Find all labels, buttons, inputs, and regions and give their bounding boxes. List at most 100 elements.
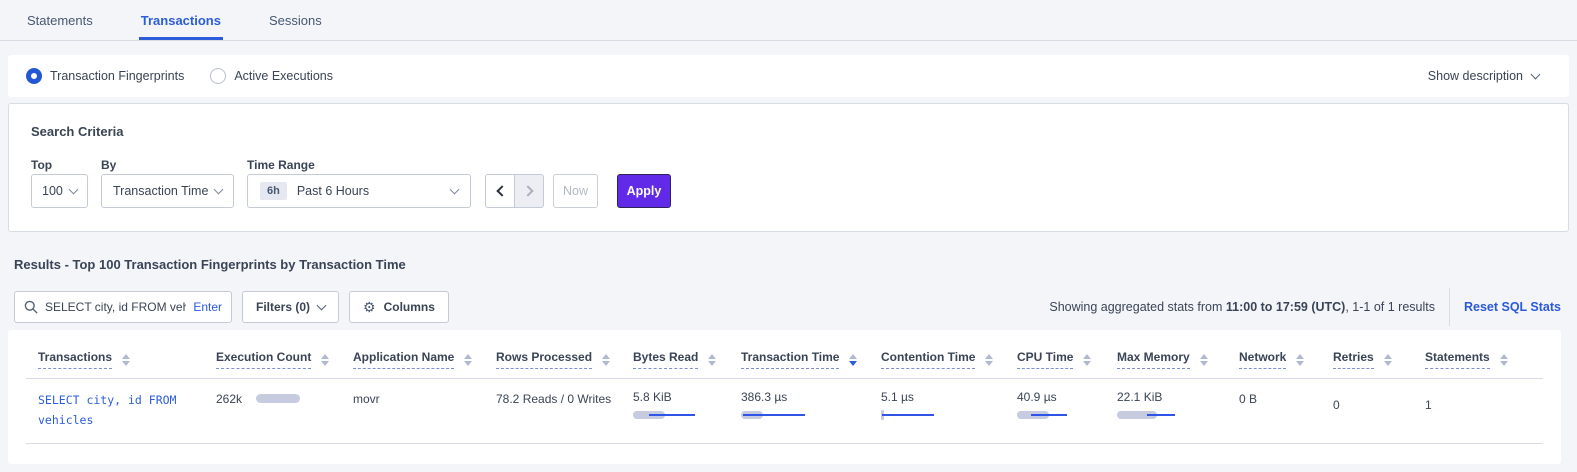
search-icon (24, 300, 38, 314)
sort-icon[interactable] (1384, 354, 1392, 366)
transactions-page: Statements Transactions Sessions Transac… (0, 0, 1577, 472)
sort-icon[interactable] (1296, 354, 1304, 366)
radio-label: Transaction Fingerprints (50, 69, 184, 83)
radio-selected-icon (26, 68, 42, 84)
rows-processed-value: 78.2 Reads / 0 Writes (496, 392, 611, 406)
cell-transaction-time: 386.3 µs (741, 390, 881, 430)
sort-icon[interactable] (708, 354, 716, 366)
by-label: By (101, 158, 116, 172)
reset-sql-stats-link[interactable]: Reset SQL Stats (1464, 300, 1561, 314)
show-description-toggle[interactable]: Show description (1428, 69, 1539, 83)
application-name-value: movr (353, 392, 380, 406)
execution-count-bar (256, 394, 300, 403)
col-header-network: Network (1239, 350, 1333, 369)
results-table-card: Transactions Execution Count Application… (8, 330, 1561, 464)
top-select[interactable]: 100 (31, 174, 88, 208)
retries-value: 0 (1333, 398, 1340, 412)
radio-unselected-icon (210, 68, 226, 84)
col-header-transactions: Transactions (26, 350, 216, 369)
network-value: 0 B (1239, 392, 1257, 406)
sort-icon[interactable] (464, 354, 472, 366)
time-range-badge: 6h (260, 182, 287, 200)
columns-label: Columns (384, 300, 435, 314)
time-range-select[interactable]: 6h Past 6 Hours (247, 174, 471, 208)
bytes-read-bar (633, 410, 713, 420)
top-select-value: 100 (42, 184, 63, 198)
sort-icon[interactable] (985, 354, 993, 366)
results-toolbar: Enter Filters (0) ⚙ Columns Showing aggr… (14, 291, 1561, 323)
contention-time-bar (881, 410, 961, 420)
transaction-time-bar (741, 410, 821, 420)
aggregated-stats-text: Showing aggregated stats from 11:00 to 1… (1049, 300, 1435, 314)
cell-max-memory: 22.1 KiB (1117, 390, 1239, 430)
col-header-transaction-time: Transaction Time (741, 350, 881, 369)
execution-count-value: 262k (216, 392, 242, 406)
query-search-box: Enter (14, 291, 232, 323)
view-mode-card: Transaction Fingerprints Active Executio… (8, 55, 1569, 97)
page-tabbar: Statements Transactions Sessions (0, 0, 1577, 41)
col-header-execution-count: Execution Count (216, 350, 353, 369)
by-select[interactable]: Transaction Time (101, 174, 234, 208)
cell-execution-count: 262k (216, 390, 353, 430)
sort-icon[interactable] (1200, 354, 1208, 366)
transaction-time-value: 386.3 µs (741, 390, 881, 404)
search-criteria-title: Search Criteria (31, 124, 124, 139)
search-input[interactable] (45, 300, 186, 314)
cpu-time-bar (1017, 410, 1097, 420)
chevron-left-icon (496, 185, 507, 196)
cell-application-name: movr (353, 390, 496, 430)
bytes-read-value: 5.8 KiB (633, 390, 741, 404)
chevron-down-icon (214, 184, 224, 194)
results-title: Results - Top 100 Transaction Fingerprin… (14, 257, 406, 272)
time-range-prev-button[interactable] (485, 174, 515, 208)
sort-icon-active[interactable] (849, 354, 857, 366)
search-criteria-card: Search Criteria Top By Time Range 100 Tr… (8, 103, 1569, 232)
time-range-next-button[interactable] (514, 174, 544, 208)
tab-sessions[interactable]: Sessions (267, 3, 324, 40)
cell-transactions: SELECT city, id FROM vehicles (26, 390, 216, 430)
filters-label: Filters (0) (256, 300, 310, 314)
sort-icon[interactable] (1083, 354, 1091, 366)
top-label: Top (31, 158, 52, 172)
by-select-value: Transaction Time (113, 184, 208, 198)
col-header-retries: Retries (1333, 350, 1425, 369)
divider (1449, 288, 1450, 326)
columns-button[interactable]: ⚙ Columns (349, 291, 449, 323)
apply-button[interactable]: Apply (617, 174, 671, 208)
statements-value: 1 (1425, 398, 1432, 412)
radio-label: Active Executions (234, 69, 333, 83)
col-header-application-name: Application Name (353, 350, 496, 369)
now-button[interactable]: Now (553, 174, 598, 208)
col-header-bytes-read: Bytes Read (633, 350, 741, 369)
table-row: SELECT city, id FROM vehicles 262k movr … (26, 379, 1543, 444)
cell-bytes-read: 5.8 KiB (633, 390, 741, 430)
search-enter-button[interactable]: Enter (193, 300, 222, 314)
contention-time-value: 5.1 µs (881, 390, 1017, 404)
stats-time-range: 11:00 to 17:59 (UTC) (1226, 300, 1345, 314)
tab-statements[interactable]: Statements (25, 3, 95, 40)
col-header-statements: Statements (1425, 350, 1525, 369)
sort-icon[interactable] (122, 354, 130, 366)
sort-icon[interactable] (602, 354, 610, 366)
chevron-right-icon (522, 185, 533, 196)
chevron-down-icon (69, 184, 79, 194)
col-header-cpu-time: CPU Time (1017, 350, 1117, 369)
filters-button[interactable]: Filters (0) (242, 291, 339, 323)
cell-cpu-time: 40.9 µs (1017, 390, 1117, 430)
transaction-query-link[interactable]: SELECT city, id FROM vehicles (38, 390, 198, 430)
cell-network: 0 B (1239, 390, 1333, 430)
sort-icon[interactable] (321, 354, 329, 366)
show-description-label: Show description (1428, 69, 1523, 83)
tab-transactions[interactable]: Transactions (139, 3, 223, 40)
radio-transaction-fingerprints[interactable]: Transaction Fingerprints (26, 68, 184, 84)
table-header-row: Transactions Execution Count Application… (26, 330, 1543, 379)
col-header-contention-time: Contention Time (881, 350, 1017, 369)
stats-prefix: Showing aggregated stats from (1049, 300, 1226, 314)
cell-retries: 0 (1333, 390, 1425, 430)
radio-active-executions[interactable]: Active Executions (210, 68, 333, 84)
chevron-down-icon (317, 300, 327, 310)
sort-icon[interactable] (1500, 354, 1508, 366)
col-header-rows-processed: Rows Processed (496, 350, 633, 369)
cpu-time-value: 40.9 µs (1017, 390, 1117, 404)
time-range-label: Time Range (247, 158, 315, 172)
